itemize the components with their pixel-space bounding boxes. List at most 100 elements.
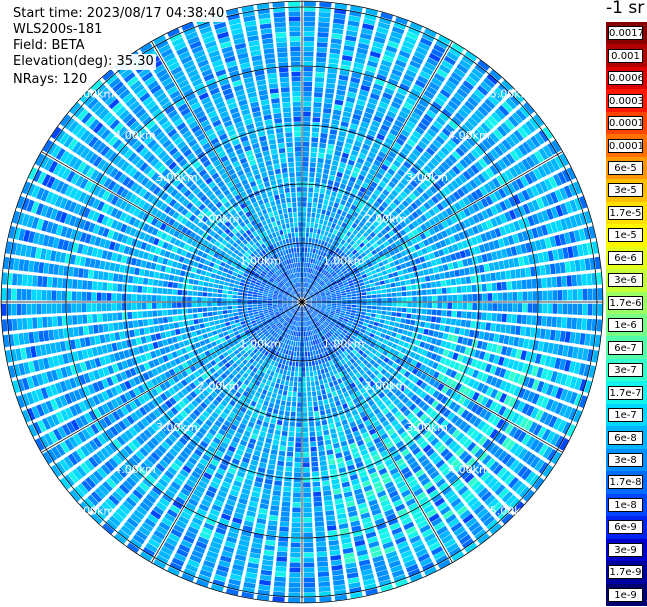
ray-gate (331, 119, 340, 126)
ray-gate (527, 303, 533, 313)
ray-gate (522, 291, 528, 301)
ray-gate (312, 248, 316, 254)
ray-gate (566, 317, 572, 329)
ray-gate (321, 209, 326, 215)
ray-gate (256, 369, 262, 376)
ray-gate (371, 260, 378, 266)
ray-gate (309, 426, 315, 432)
ray-gate (434, 324, 441, 331)
ray-gate (324, 215, 330, 221)
ray-gate (303, 36, 315, 42)
ray-gate (557, 303, 563, 314)
ray-gate (323, 495, 333, 501)
ray-gate (292, 497, 301, 503)
ray-gate (323, 103, 333, 109)
ray-gate (296, 331, 299, 337)
ray-gate (302, 372, 306, 377)
ray-gate (303, 477, 311, 483)
ray-gate (304, 346, 307, 352)
ray-gate (280, 364, 285, 370)
ray-gate (311, 345, 315, 351)
ray-gate (324, 194, 330, 201)
ray-gate (302, 167, 309, 172)
ray-gate (302, 397, 307, 402)
ray-gate (288, 350, 292, 356)
ray-gate (267, 525, 277, 531)
ray-gate (441, 287, 447, 294)
ray-gate (381, 289, 387, 294)
ray-gate (311, 253, 315, 259)
ray-gate (367, 324, 373, 329)
ray-gate (312, 486, 321, 492)
ray-gate (416, 264, 423, 271)
ray-gate (312, 122, 320, 128)
ray-gate (316, 52, 327, 58)
ray-gate (213, 334, 220, 341)
ray-gate (466, 311, 472, 319)
ray-gate (564, 261, 571, 273)
ray-gate (449, 326, 455, 334)
ray-gate (322, 424, 329, 431)
ray-gate (365, 287, 371, 292)
ray-gate (312, 365, 317, 371)
ray-gate (298, 367, 302, 372)
ray-gate (310, 147, 318, 153)
ray-gate (331, 33, 343, 40)
ray-gate (281, 501, 291, 507)
ray-gate (309, 232, 313, 238)
ray-gate (325, 189, 332, 196)
ray-gate (310, 451, 318, 457)
ray-gate (352, 302, 357, 305)
ray-gate (341, 297, 347, 300)
ray-gate (339, 382, 345, 389)
ray-gate (439, 272, 446, 280)
ray-gate (289, 572, 301, 578)
ray-gate (373, 335, 380, 341)
ray-gate (525, 267, 531, 277)
ray-gate (393, 338, 400, 345)
ray-gate (274, 571, 287, 577)
ray-gate (297, 346, 300, 352)
ray-gate (584, 333, 591, 346)
ray-gate (385, 315, 391, 321)
ray-gate (522, 303, 528, 313)
ray-gate (336, 296, 342, 299)
ray-gate (295, 437, 302, 442)
ray-gate (332, 391, 338, 397)
ray-gate (327, 144, 335, 150)
ray-gate (317, 32, 329, 38)
ray-gate (429, 274, 436, 281)
ray-gate (498, 260, 505, 270)
ray-gate (311, 132, 319, 138)
ray-gate (490, 323, 496, 332)
ray-gate (335, 94, 345, 101)
ray-gate (262, 559, 274, 566)
ray-gate (325, 361, 330, 367)
ray-gate (324, 383, 330, 389)
ray-gate (316, 546, 327, 552)
ray-gate (269, 454, 277, 460)
ray-gate (288, 582, 301, 588)
ray-gate (207, 332, 213, 338)
ray-gate (596, 272, 602, 285)
ray-gate (320, 132, 328, 139)
ray-gate (452, 335, 459, 343)
ray-gate (267, 464, 276, 470)
ray-gate (310, 376, 314, 382)
ray-gate (313, 370, 318, 376)
ray-gate (293, 381, 298, 387)
ray-gate (319, 455, 327, 462)
ray-gate (317, 359, 322, 365)
ray-gate (293, 492, 301, 498)
ray-gate (351, 296, 357, 300)
ray-gate (328, 139, 336, 145)
ray-gate (345, 311, 351, 315)
ray-gate (347, 299, 352, 302)
ray-gate (313, 401, 318, 407)
ray-gate (235, 322, 241, 327)
ray-gate (302, 367, 306, 372)
ray-gate (327, 530, 338, 536)
ray-gate (381, 270, 388, 276)
ray-gate (392, 271, 399, 277)
ray-gate (426, 289, 432, 295)
